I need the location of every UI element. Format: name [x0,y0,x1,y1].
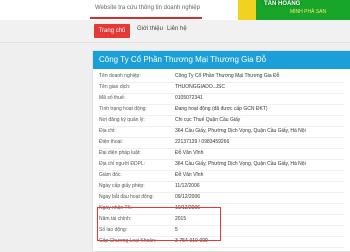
field-value: Đang hoạt động (đã được cấp GCN ĐKT) [175,106,268,112]
site-tagline: Website tra cứu thông tin doanh nghiệp [95,5,200,11]
field-label: Tên doanh nghiệp: [99,73,141,79]
banner-subtext: MINH PHẢ SAN [290,9,327,15]
ad-banner[interactable]: TÂN HOÀNG MINH PHẢ SAN [238,0,350,20]
field-value: Đỗ Văn Vĩnh [175,172,204,178]
field-label: Đại diện pháp luật: [99,150,141,156]
field-label: Giám đốc: [99,172,122,178]
field-value: 364 Cầu Giấy, Phường Dịch Vọng, Quận Cầu… [175,128,306,134]
field-label: Ngày cấp giấy phép: [99,183,145,189]
field-value: 09/12/2006 [175,194,201,200]
field-label: Điện thoại: [99,139,123,145]
field-label: Tình trạng hoạt động: [99,106,147,112]
field-label: Ngày bắt đầu hoạt động: [99,194,154,200]
field-value: 0105072341 [175,95,203,101]
field-value: Công Ty Cổ Phần Thương Mại Thương Gia Đỗ [175,73,280,79]
tagline-underline [90,17,202,19]
banner-text: TÂN HOÀNG [264,1,301,7]
field-label: Nơi đăng ký quản lý: [99,117,145,123]
field-label: Địa chỉ người ĐDPL: [99,161,146,167]
banner-accent [238,0,256,20]
field-value: Đỗ Văn Vĩnh [175,150,204,156]
field-value: 364 Cầu Giấy, Phường Dịch Vọng, Quận Cầu… [175,161,306,167]
field-label: Tên giao dịch: [99,84,131,90]
nav-home[interactable]: Trang chủ [94,24,130,38]
field-value: THUONGGIADO..JSC [175,84,226,90]
main-nav: Trang chủ Giới thiệu Liên hệ [0,20,350,43]
dates-highlight-box [97,207,221,241]
site-header: Website tra cứu thông tin doanh nghiệp T… [0,0,350,20]
nav-contact[interactable]: Liên hệ [167,26,187,32]
field-value: 11/12/2006 [175,183,200,189]
field-label: Địa chỉ: [99,128,116,134]
field-label: Mã số thuế: [99,95,126,101]
field-value: Chi cục Thuế Quận Cầu Giấy [175,117,241,123]
field-value: 22137139 / 0983459266 [175,139,230,145]
company-title: Công Ty Cổ Phần Thương Mại Thương Gia Đỗ [93,51,350,69]
nav-about[interactable]: Giới thiệu [137,26,163,32]
